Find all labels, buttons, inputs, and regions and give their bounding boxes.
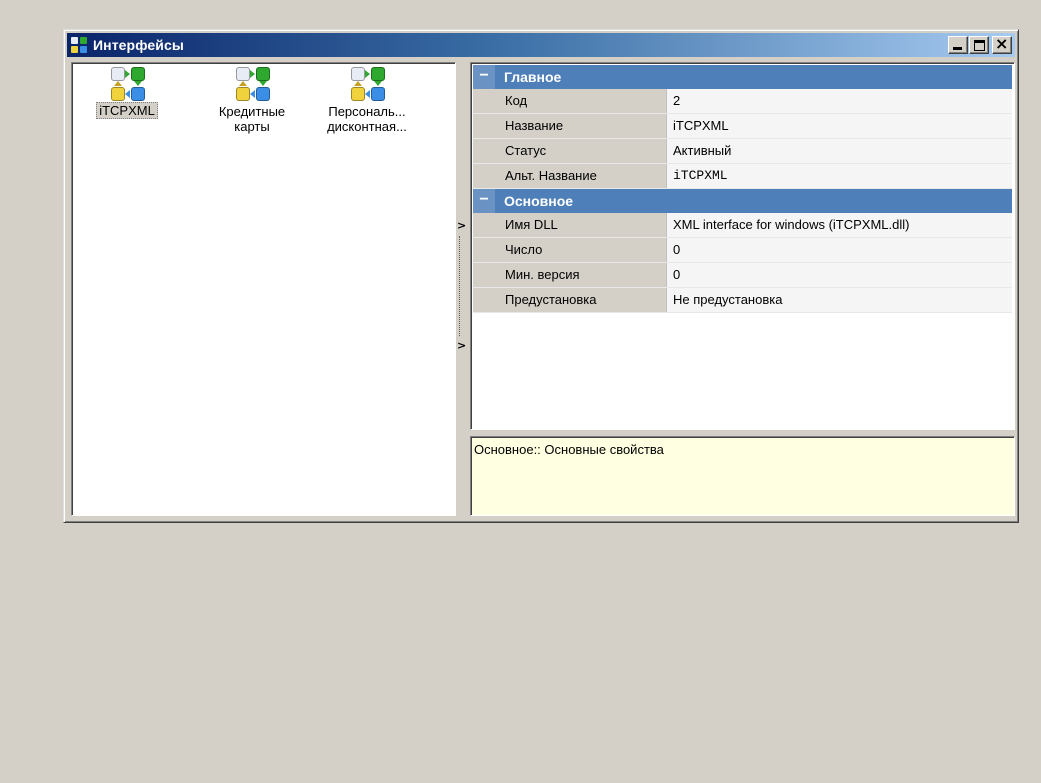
property-value[interactable]: 0 [667, 263, 1012, 287]
property-row[interactable]: Код 2 [473, 89, 1012, 114]
property-name: Число [495, 238, 667, 262]
property-name: Название [495, 114, 667, 138]
property-value[interactable]: iTCPXML [667, 164, 1012, 188]
window-title: Интерфейсы [93, 37, 184, 53]
property-row[interactable]: Предустановка Не предустановка [473, 288, 1012, 313]
category-label: Основное [504, 193, 574, 209]
splitter-grip [459, 236, 462, 336]
minimize-button[interactable] [948, 36, 968, 54]
interface-label: Кредитные [218, 104, 286, 119]
property-value[interactable]: iTCPXML [667, 114, 1012, 138]
interfaces-list[interactable]: iTCPXML Кредитные карты Персональ... дис… [71, 62, 456, 516]
title-buttons: × [947, 34, 1012, 54]
minimize-icon [953, 47, 962, 50]
property-row[interactable]: Число 0 [473, 238, 1012, 263]
interface-label: iTCPXML [96, 102, 158, 119]
property-row[interactable]: Имя DLL XML interface for windows (iTCPX… [473, 213, 1012, 238]
interface-item-personal-discount[interactable]: Персональ... дисконтная... [312, 65, 422, 152]
property-row[interactable]: Альт. Название iTCPXML [473, 164, 1012, 189]
title-bar[interactable]: Интерфейсы × [67, 33, 1015, 57]
interface-item-credit-cards[interactable]: Кредитные карты [197, 65, 307, 152]
collapse-icon[interactable]: − [473, 65, 495, 89]
category-basic[interactable]: − Основное [473, 189, 1012, 213]
property-grid: − Главное Код 2 Название iTCPXML Статус … [470, 62, 1015, 430]
property-row[interactable]: Статус Активный [473, 139, 1012, 164]
maximize-button[interactable] [969, 36, 989, 54]
collapse-icon[interactable]: − [473, 189, 495, 213]
description-pane: Основное:: Основные свойства [470, 436, 1015, 516]
property-name: Альт. Название [495, 164, 667, 188]
pane-splitter[interactable]: > > [457, 220, 466, 355]
interfaces-window: Интерфейсы × iTCPXML Кредитные карты Пер… [63, 29, 1019, 523]
close-button[interactable]: × [992, 34, 1012, 54]
property-value[interactable]: 2 [667, 89, 1012, 113]
category-label: Главное [504, 69, 562, 85]
property-name: Мин. версия [495, 263, 667, 287]
property-value[interactable]: XML interface for windows (iTCPXML.dll) [667, 213, 1012, 237]
app-icon [70, 36, 88, 54]
property-name: Код [495, 89, 667, 113]
category-main[interactable]: − Главное [473, 65, 1012, 89]
desktop: Интерфейсы × iTCPXML Кредитные карты Пер… [0, 0, 1041, 783]
property-name: Предустановка [495, 288, 667, 312]
property-name: Статус [495, 139, 667, 163]
close-icon: × [995, 34, 1009, 53]
property-row[interactable]: Название iTCPXML [473, 114, 1012, 139]
maximize-icon [974, 40, 985, 51]
interface-label-line2: дисконтная... [327, 119, 407, 134]
interface-item-itcpxml[interactable]: iTCPXML [72, 65, 182, 137]
property-value[interactable]: Активный [667, 139, 1012, 163]
property-row[interactable]: Мин. версия 0 [473, 263, 1012, 288]
splitter-arrow-top-icon[interactable]: > [457, 220, 466, 231]
interface-label-line2: карты [234, 119, 270, 134]
interface-label: Персональ... [328, 104, 406, 119]
property-value[interactable]: 0 [667, 238, 1012, 262]
splitter-arrow-bottom-icon[interactable]: > [457, 340, 466, 351]
description-text: Основное:: Основные свойства [474, 442, 664, 457]
property-name: Имя DLL [495, 213, 667, 237]
property-value[interactable]: Не предустановка [667, 288, 1012, 312]
